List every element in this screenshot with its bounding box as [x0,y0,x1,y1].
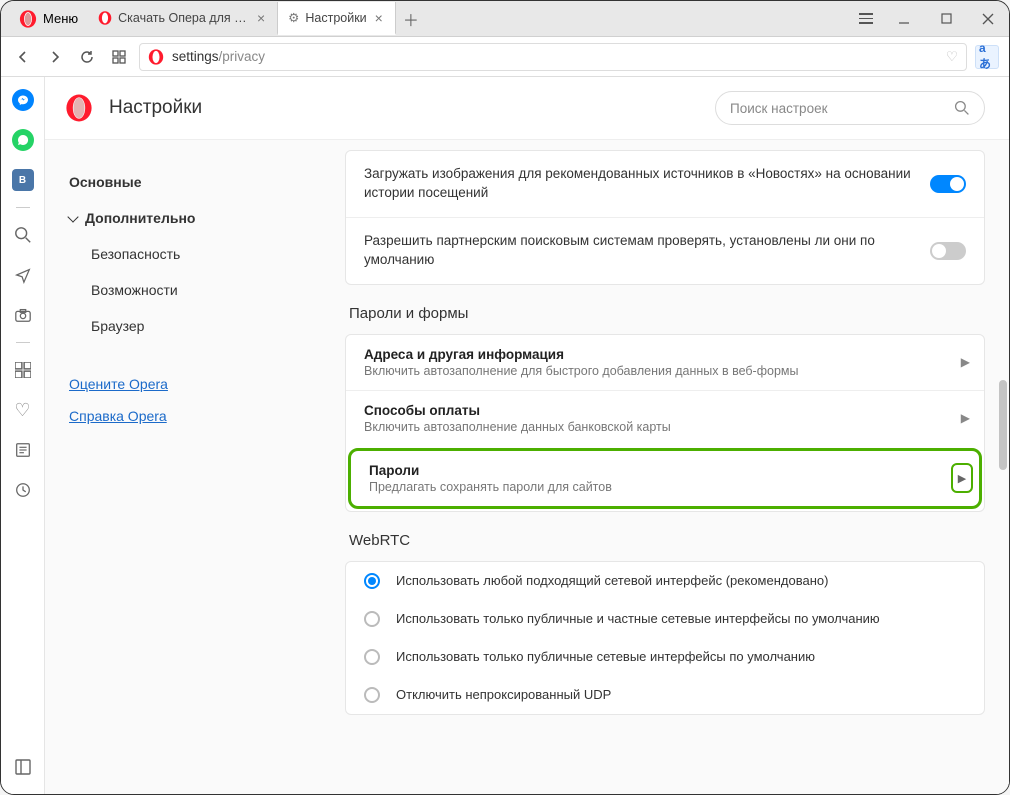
bookmarks-icon[interactable]: ♡ [10,397,36,423]
toggle-news-images-row: Загружать изображения для рекомендованны… [346,151,984,217]
opera-logo-icon [65,94,93,122]
opera-icon [19,10,37,28]
close-icon[interactable]: × [255,10,267,26]
url-prefix: settings [172,49,219,64]
nav-security[interactable]: Безопасность [69,236,345,272]
row-payments[interactable]: Способы оплаты Включить автозаполнение д… [346,390,984,446]
forward-button[interactable] [43,45,67,69]
opera-menu-button[interactable]: Меню [9,3,88,35]
search-icon[interactable] [10,222,36,248]
heart-icon[interactable]: ♡ [946,49,958,65]
row-title: Пароли [369,463,961,478]
scrollbar-thumb[interactable] [999,380,1007,470]
page-title: Настройки [109,97,699,119]
speed-dial-button[interactable] [107,45,131,69]
row-passwords[interactable]: Пароли Предлагать сохранять пароли для с… [348,448,982,509]
nav-basic[interactable]: Основные [69,164,345,200]
card-toggles: Загружать изображения для рекомендованны… [345,150,985,285]
tab-settings[interactable]: ⚙ Настройки × [278,2,396,35]
close-icon[interactable]: × [373,10,385,26]
search-placeholder: Поиск настроек [730,101,954,116]
radio-label: Отключить непроксированный UDP [396,686,611,704]
translate-button[interactable]: aあ [975,45,999,69]
reload-button[interactable] [75,45,99,69]
toggle-label: Загружать изображения для рекомендованны… [364,165,916,203]
close-window-button[interactable] [967,2,1009,36]
card-webrtc: Использовать любой подходящий сетевой ин… [345,561,985,716]
opera-icon [98,11,112,25]
row-subtitle: Включить автозаполнение для быстрого доб… [364,364,966,378]
messenger-icon[interactable] [10,87,36,113]
radio-button[interactable] [364,573,380,589]
webrtc-option-1[interactable]: Использовать любой подходящий сетевой ин… [346,562,984,600]
webrtc-option-3[interactable]: Использовать только публичные сетевые ин… [346,638,984,676]
nav-rate-link[interactable]: Оцените Opera [69,368,345,400]
nav-browser[interactable]: Браузер [69,308,345,344]
speed-dial-icon[interactable] [10,357,36,383]
titlebar: Меню Скачать Опера для компьютера × ⚙ На… [1,1,1009,37]
radio-button[interactable] [364,649,380,665]
easy-setup-button[interactable] [849,2,883,36]
toggle-label: Разрешить партнерским поисковым системам… [364,232,916,270]
maximize-button[interactable] [925,2,967,36]
content-area: Настройки Поиск настроек Основные Дополн… [45,77,1009,794]
scrollbar[interactable] [997,140,1007,794]
content-header: Настройки Поиск настроек [45,77,1009,140]
row-subtitle: Включить автозаполнение данных банковско… [364,420,966,434]
row-subtitle: Предлагать сохранять пароли для сайтов [369,480,961,494]
minimize-button[interactable] [883,2,925,36]
menu-label: Меню [43,11,78,26]
radio-button[interactable] [364,611,380,627]
opera-icon [148,49,164,65]
chevron-right-icon: ▶ [951,463,973,493]
chevron-right-icon: ▶ [961,355,970,369]
row-title: Адреса и другая информация [364,347,966,362]
toggle-partner-search[interactable] [930,242,966,260]
window-frame: Меню Скачать Опера для компьютера × ⚙ На… [0,0,1010,795]
gear-icon: ⚙ [288,10,299,25]
section-webrtc: WebRTC [349,532,985,549]
url-input[interactable]: settings/privacy ♡ [139,43,967,71]
radio-button[interactable] [364,687,380,703]
webrtc-option-2[interactable]: Использовать только публичные и частные … [346,600,984,638]
content-body: Основные Дополнительно Безопасность Возм… [45,140,1009,794]
sidebar-rail: B ♡ [1,77,45,794]
news-icon[interactable] [10,437,36,463]
row-title: Способы оплаты [364,403,966,418]
section-passwords-forms: Пароли и формы [349,305,985,322]
vk-icon[interactable]: B [10,167,36,193]
nav-advanced[interactable]: Дополнительно [69,200,345,236]
nav-help-link[interactable]: Справка Opera [69,400,345,432]
nav-features[interactable]: Возможности [69,272,345,308]
new-tab-button[interactable]: ＋ [396,7,426,31]
history-icon[interactable] [10,477,36,503]
toggle-news-images[interactable] [930,175,966,193]
main-area: B ♡ Настройки Поиск настроек [1,77,1009,794]
radio-label: Использовать любой подходящий сетевой ин… [396,572,828,590]
card-passwords-forms: Адреса и другая информация Включить авто… [345,334,985,512]
flow-icon[interactable] [10,262,36,288]
tab-download-opera[interactable]: Скачать Опера для компьютера × [88,2,278,35]
sidebar-setup-icon[interactable] [10,754,36,780]
webrtc-option-4[interactable]: Отключить непроксированный UDP [346,676,984,714]
toggle-partner-search-row: Разрешить партнерским поисковым системам… [346,217,984,284]
settings-pane: Загружать изображения для рекомендованны… [345,140,1009,794]
radio-label: Использовать только публичные сетевые ин… [396,648,815,666]
tab-title: Настройки [305,11,366,25]
url-path: /privacy [219,49,266,64]
tab-title: Скачать Опера для компьютера [118,11,249,25]
row-addresses[interactable]: Адреса и другая информация Включить авто… [346,335,984,390]
chevron-down-icon [67,211,78,222]
search-icon [954,100,970,116]
chevron-right-icon: ▶ [961,411,970,425]
back-button[interactable] [11,45,35,69]
address-bar: settings/privacy ♡ aあ [1,37,1009,77]
radio-label: Использовать только публичные и частные … [396,610,880,628]
whatsapp-icon[interactable] [10,127,36,153]
settings-nav: Основные Дополнительно Безопасность Возм… [45,140,345,794]
settings-search-input[interactable]: Поиск настроек [715,91,985,125]
snapshot-icon[interactable] [10,302,36,328]
